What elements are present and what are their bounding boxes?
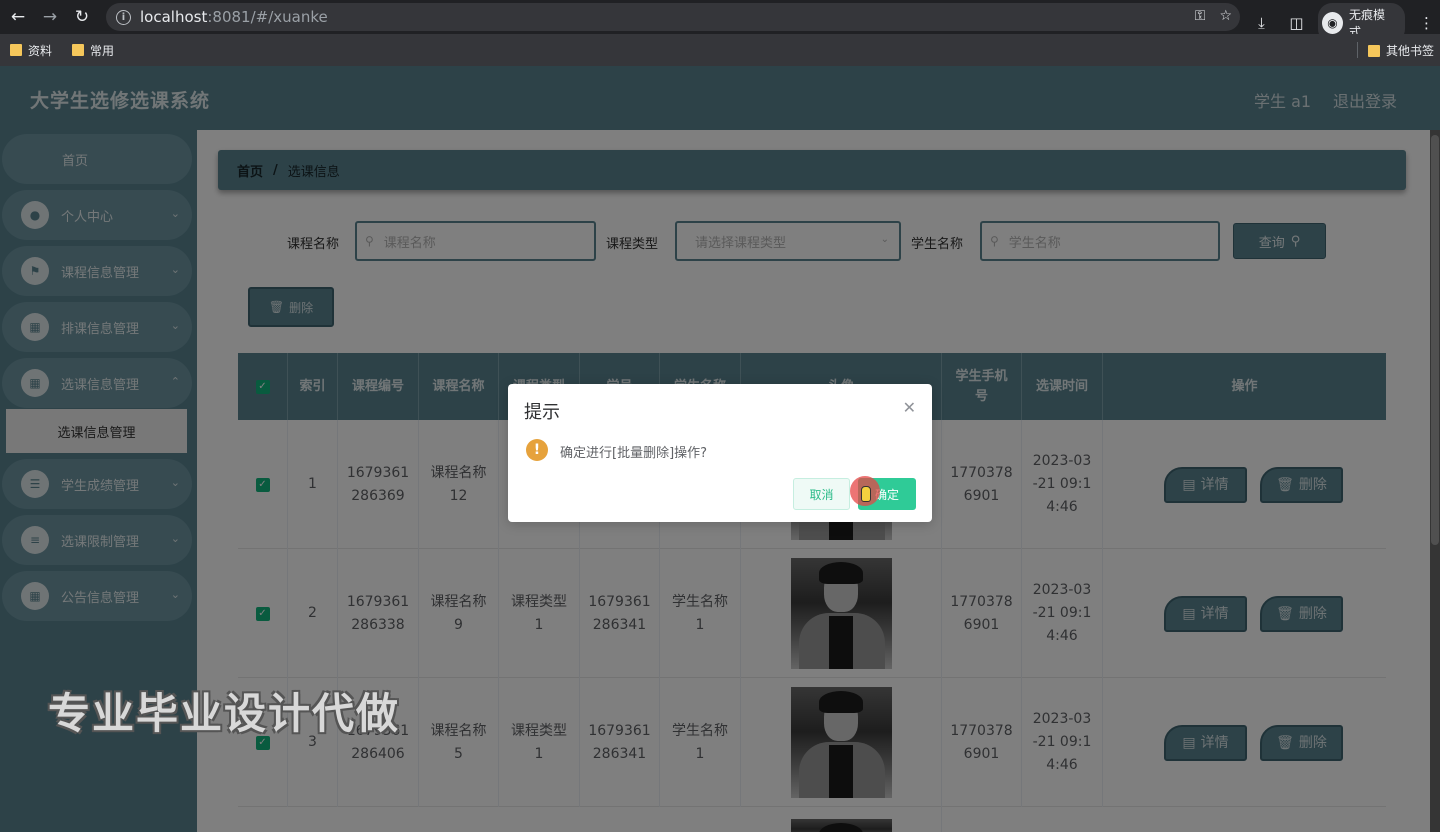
cancel-button[interactable]: 取消	[793, 478, 850, 510]
other-bookmarks-label: 其他书签	[1385, 44, 1434, 58]
bookmark-folder-1[interactable]: 资料	[0, 42, 62, 59]
bookmark-folder-2[interactable]: 常用	[62, 42, 124, 59]
bookmark-label: 资料	[28, 43, 53, 58]
info-icon[interactable]: i	[116, 9, 131, 25]
bookmarks-bar: 资料 常用 其他书签	[0, 34, 1440, 66]
folder-icon	[10, 44, 22, 56]
dialog-title: 提示	[524, 402, 560, 423]
address-bar[interactable]: i localhost:8081/#/xuanke ⚿ ☆	[106, 3, 1240, 31]
other-bookmarks[interactable]: 其他书签	[1367, 42, 1434, 59]
key-icon[interactable]: ⚿	[1195, 8, 1206, 24]
close-icon[interactable]: ✕	[903, 398, 916, 417]
browser-toolbar: ← → ↻ i localhost:8081/#/xuanke ⚿ ☆ ⤓ ◫ …	[0, 0, 1440, 43]
click-cursor-indicator	[850, 476, 880, 506]
hand-pointer-icon	[861, 486, 871, 502]
download-icon[interactable]: ⤓	[1248, 9, 1275, 37]
star-icon[interactable]: ☆	[1219, 8, 1232, 24]
incognito-icon: ◉	[1321, 12, 1343, 34]
dialog-message: 确定进行[批量删除]操作?	[560, 446, 708, 461]
bookmark-label: 常用	[90, 43, 115, 58]
sidepanel-icon[interactable]: ◫	[1283, 9, 1310, 37]
watermark-text: 专业毕业设计代做	[48, 689, 401, 738]
folder-icon	[1367, 44, 1380, 57]
warning-icon: !	[526, 439, 548, 461]
folder-icon	[72, 44, 85, 56]
url-host: localhost	[140, 8, 208, 26]
forward-arrow-icon[interactable]: →	[34, 1, 66, 33]
bookmark-divider	[1357, 42, 1358, 58]
url-path: :8081/#/xuanke	[207, 8, 328, 26]
more-menu-icon[interactable]: ⋮	[1413, 9, 1440, 37]
reload-icon[interactable]: ↻	[66, 1, 98, 33]
back-arrow-icon[interactable]: ←	[2, 1, 34, 33]
